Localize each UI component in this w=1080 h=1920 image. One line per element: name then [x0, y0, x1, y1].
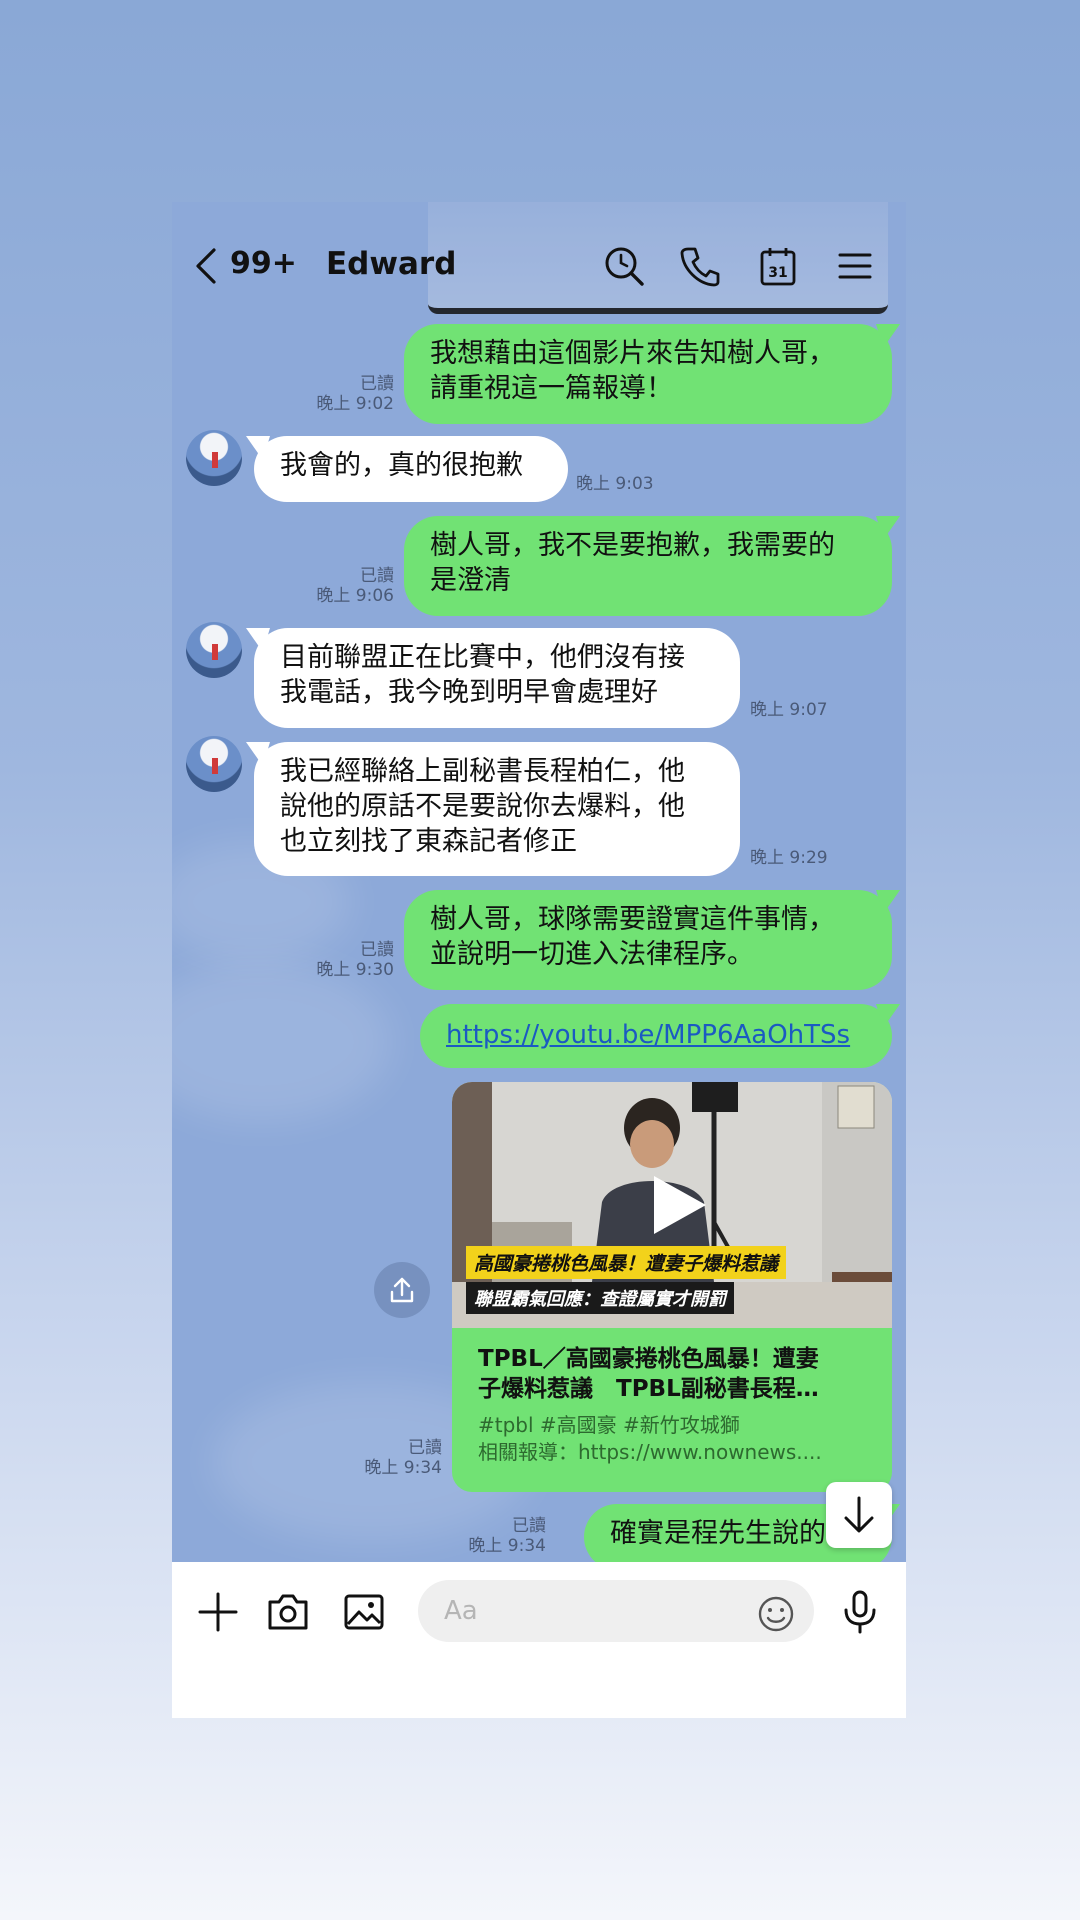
video-title-line: TPBL／高國豪捲桃色風暴！遭妻	[478, 1346, 819, 1372]
video-tags: #tpbl #高國豪 #新竹攻城獅	[478, 1413, 740, 1437]
message-time: 晚上 9:06	[316, 586, 394, 606]
chat-screen: 99+ Edward 31 已讀 晚上 9:02 我想藉由這個影片來告知樹人哥，…	[172, 202, 906, 1718]
message-meta: 已讀 晚上 9:30	[292, 940, 394, 980]
unread-count-badge[interactable]: 99+	[230, 246, 297, 281]
incoming-message[interactable]: 目前聯盟正在比賽中，他們沒有接 我電話，我今晚到明早會處理好	[254, 628, 740, 728]
message-time: 晚上 9:34	[468, 1536, 546, 1556]
avatar[interactable]	[186, 430, 242, 486]
message-text-line: 我想藉由這個影片來告知樹人哥，	[430, 338, 835, 369]
arrow-down-icon	[844, 1496, 874, 1533]
message-input-bar	[172, 1562, 906, 1718]
message-text-line: 也立刻找了東森記者修正	[280, 826, 577, 857]
message-meta: 已讀 晚上 9:06	[292, 566, 394, 606]
chat-header: 99+ Edward 31	[172, 202, 906, 314]
video-caption-headline: 高國豪捲桃色風暴！遭妻子爆料惹議	[466, 1246, 787, 1279]
avatar[interactable]	[186, 736, 242, 792]
menu-icon[interactable]	[832, 244, 876, 288]
read-receipt: 已讀	[360, 940, 394, 960]
message-text-line: 說他的原話不是要說你去爆料，他	[280, 791, 685, 822]
camera-icon[interactable]	[264, 1588, 312, 1636]
message-time: 晚上 9:07	[750, 700, 828, 720]
read-receipt: 已讀	[360, 374, 394, 394]
plus-icon[interactable]	[194, 1588, 242, 1636]
avatar[interactable]	[186, 622, 242, 678]
message-time: 晚上 9:02	[316, 394, 394, 414]
message-text-line: 樹人哥，我不是要抱歉，我需要的	[430, 530, 835, 561]
message-meta: 已讀 晚上 9:34	[452, 1516, 546, 1556]
search-icon[interactable]	[602, 244, 646, 288]
video-thumbnail[interactable]: 高國豪捲桃色風暴！遭妻子爆料惹議 聯盟霸氣回應：查證屬實才開罰	[452, 1082, 892, 1328]
message-input[interactable]	[418, 1580, 814, 1642]
outgoing-link-message[interactable]: https://youtu.be/MPP6AaOhTSs	[420, 1004, 892, 1068]
message-text-line: 我電話，我今晚到明早會處理好	[280, 677, 658, 708]
incoming-message[interactable]: 我已經聯絡上副秘書長程柏仁，他 說他的原話不是要說你去爆料，他 也立刻找了東森記…	[254, 742, 740, 876]
message-text-line: 目前聯盟正在比賽中，他們沒有接	[280, 642, 685, 673]
video-title-line: 子爆料惹議 TPBL副秘書長程…	[478, 1376, 819, 1402]
message-time: 晚上 9:03	[576, 474, 654, 494]
mic-icon[interactable]	[836, 1588, 884, 1636]
play-icon[interactable]	[642, 1170, 712, 1240]
read-receipt: 已讀	[360, 566, 394, 586]
incoming-message[interactable]: 我會的，真的很抱歉	[254, 436, 568, 502]
video-title: TPBL／高國豪捲桃色風暴！遭妻 子爆料惹議 TPBL副秘書長程…	[478, 1344, 874, 1404]
message-meta: 已讀 晚上 9:02	[292, 374, 394, 414]
share-button[interactable]	[374, 1262, 430, 1318]
outgoing-message[interactable]: 我想藉由這個影片來告知樹人哥， 請重視這一篇報導！	[404, 324, 892, 424]
video-preview-card[interactable]: 高國豪捲桃色風暴！遭妻子爆料惹議 聯盟霸氣回應：查證屬實才開罰 TPBL／高國豪…	[452, 1082, 892, 1492]
scroll-to-bottom-button[interactable]	[826, 1482, 892, 1548]
message-text-line: 請重視這一篇報導！	[430, 373, 673, 404]
calendar-day-label: 31	[768, 265, 787, 281]
message-text-line: 並說明一切進入法律程序。	[430, 939, 754, 970]
outgoing-message[interactable]: 樹人哥，我不是要抱歉，我需要的 是澄清	[404, 516, 892, 616]
video-caption-subheadline: 聯盟霸氣回應：查證屬實才開罰	[466, 1282, 734, 1314]
read-receipt: 已讀	[408, 1438, 442, 1458]
message-text-line: 我已經聯絡上副秘書長程柏仁，他	[280, 756, 685, 787]
read-receipt: 已讀	[512, 1516, 546, 1536]
contact-name[interactable]: Edward	[326, 246, 456, 282]
image-icon[interactable]	[340, 1588, 388, 1636]
chevron-left-icon[interactable]	[192, 246, 222, 286]
message-time: 晚上 9:30	[316, 960, 394, 980]
message-text: 我會的，真的很抱歉	[280, 450, 523, 481]
emoji-icon[interactable]	[756, 1594, 796, 1634]
share-icon	[390, 1277, 414, 1303]
message-text-line: 是澄清	[430, 565, 511, 596]
phone-icon[interactable]	[678, 244, 722, 288]
message-time: 晚上 9:29	[750, 848, 828, 868]
video-related-link: 相關報導：https://www.nownews....	[478, 1440, 822, 1464]
previous-media-peek	[428, 202, 888, 314]
calendar-icon[interactable]: 31	[756, 244, 800, 288]
message-time: 晚上 9:34	[364, 1458, 442, 1478]
outgoing-message[interactable]: 樹人哥，球隊需要證實這件事情， 並說明一切進入法律程序。	[404, 890, 892, 990]
message-text-line: 樹人哥，球隊需要證實這件事情，	[430, 904, 835, 935]
background-cloud	[172, 962, 392, 1122]
youtube-link[interactable]: https://youtu.be/MPP6AaOhTSs	[446, 1020, 850, 1050]
message-meta: 已讀 晚上 9:34	[332, 1438, 442, 1478]
